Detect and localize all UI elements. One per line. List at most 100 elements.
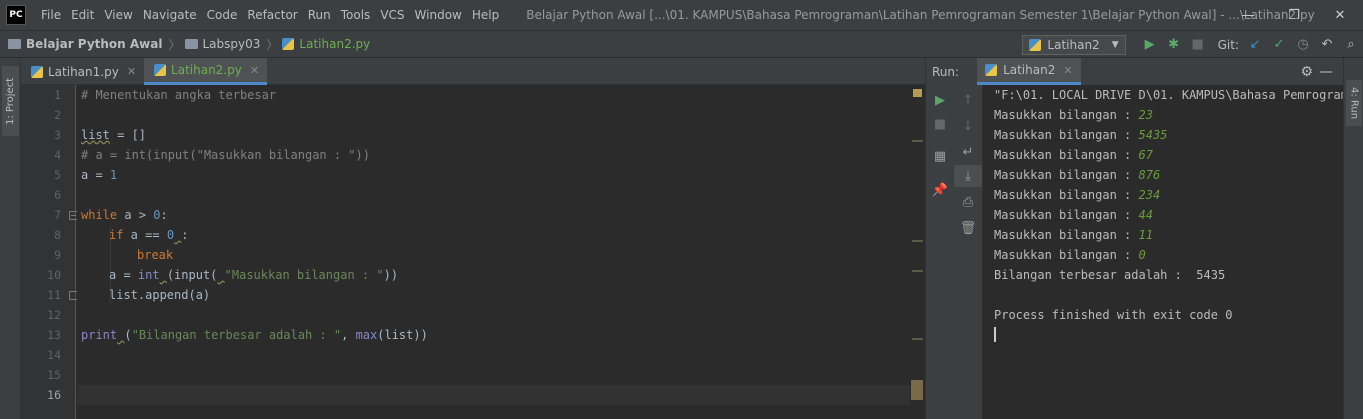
run-tab-latihan2[interactable]: Latihan2 ✕	[977, 58, 1081, 85]
menu-window[interactable]: Window	[410, 8, 467, 22]
console-user-input: 67	[1138, 148, 1153, 162]
menu-file[interactable]: File	[36, 8, 66, 22]
tab-label: Latihan2.py	[171, 63, 242, 77]
menu-navigate[interactable]: Navigate	[138, 8, 202, 22]
current-line-highlight	[77, 385, 925, 405]
code-line-4: # a = int(input("Masukkan bilangan : "))	[81, 145, 370, 165]
code-line-8: if a == 0 :	[109, 225, 189, 245]
restore-button[interactable]: ❐	[1271, 0, 1317, 30]
run-configuration-label: Latihan2	[1047, 37, 1100, 52]
trash-icon[interactable]: 🗑	[954, 217, 982, 239]
run-toolbar-primary: ▶ ■ ▦ 📌	[925, 85, 953, 419]
scroll-to-end-icon[interactable]: ⤓	[954, 165, 982, 187]
hide-panel-icon[interactable]: —	[1319, 64, 1333, 80]
tab-label: Latihan1.py	[48, 64, 119, 79]
layout-icon[interactable]: ▦	[926, 145, 954, 167]
console-user-input: 23	[1138, 108, 1153, 122]
keyword-token: while	[81, 208, 118, 222]
breadcrumb-project[interactable]: Belajar Python Awal	[26, 37, 162, 51]
git-history-button[interactable]: ◷	[1291, 33, 1315, 57]
console-line: Masukkan bilangan : 876	[994, 165, 1160, 185]
git-label: Git:	[1217, 37, 1239, 52]
title-bar: PC File Edit View Navigate Code Refactor…	[0, 0, 1363, 30]
stripe-marker[interactable]	[912, 270, 923, 272]
minimize-button[interactable]: —	[1225, 0, 1271, 30]
menu-run[interactable]: Run	[303, 8, 336, 22]
keyword-token: break	[137, 248, 174, 262]
menu-view[interactable]: View	[99, 8, 137, 22]
line-number: 9	[54, 248, 61, 262]
menu-refactor[interactable]: Refactor	[242, 8, 302, 22]
stripe-marker[interactable]	[912, 338, 923, 340]
right-tool-strip: 4: Run	[1343, 58, 1363, 419]
left-tool-strip: 1: Project	[0, 58, 21, 419]
error-stripe[interactable]	[910, 85, 925, 419]
console-user-input: 0	[1138, 248, 1146, 262]
warning-marker-icon[interactable]	[913, 89, 922, 97]
code-line-3: list = []	[81, 125, 146, 145]
breadcrumb-separator-icon: 〉	[168, 37, 181, 52]
window-title: Belajar Python Awal [...\01. KAMPUS\Baha…	[526, 8, 1315, 22]
git-update-button[interactable]: ↙	[1243, 33, 1267, 57]
stop-run-button[interactable]: ■	[926, 113, 954, 135]
console-line: Masukkan bilangan : 234	[994, 185, 1160, 205]
chevron-down-icon: ▼	[1111, 39, 1119, 50]
git-commit-button[interactable]: ✓	[1267, 33, 1291, 57]
breadcrumb-separator-icon: 〉	[266, 37, 279, 52]
scroll-up-icon[interactable]: ↑	[954, 89, 982, 111]
console-command-line: "F:\01. LOCAL DRIVE D\01. KAMPUS\Bahasa …	[994, 88, 1343, 102]
close-icon[interactable]: ✕	[127, 65, 136, 78]
rerun-button[interactable]: ▶	[926, 89, 954, 111]
code-token: = []	[109, 128, 147, 142]
code-token: a ==	[123, 228, 167, 242]
stop-button[interactable]: ■	[1186, 33, 1210, 57]
builtin-token: print	[81, 328, 118, 342]
run-button[interactable]: ▶	[1138, 33, 1162, 57]
tab-latihan1[interactable]: Latihan1.py ✕	[21, 58, 144, 85]
run-configuration-select[interactable]: Latihan2 ▼	[1022, 34, 1126, 55]
comment-token: # a = int(input("Masukkan bilangan : "))	[81, 148, 370, 162]
line-number: 8	[54, 228, 61, 242]
close-button[interactable]: ✕	[1317, 0, 1363, 30]
stripe-marker[interactable]	[912, 240, 923, 242]
stripe-marker[interactable]	[912, 140, 923, 142]
console-user-input: 876	[1138, 168, 1161, 182]
run-console[interactable]: "F:\01. LOCAL DRIVE D\01. KAMPUS\Bahasa …	[983, 85, 1343, 419]
menu-vcs[interactable]: VCS	[375, 8, 409, 22]
close-icon[interactable]: ✕	[250, 64, 259, 77]
breadcrumb-folder[interactable]: Labspy03	[203, 37, 261, 51]
menu-tools[interactable]: Tools	[336, 8, 376, 22]
tab-latihan2[interactable]: Latihan2.py ✕	[144, 58, 268, 85]
code-editor[interactable]: # Menentukan angka terbesar list = [] # …	[77, 85, 925, 419]
code-line-13: print ("Bilangan terbesar adalah : ", ma…	[81, 325, 428, 345]
gear-icon[interactable]: ⚙	[1300, 64, 1313, 80]
close-icon[interactable]: ✕	[1063, 64, 1072, 77]
menu-edit[interactable]: Edit	[66, 8, 99, 22]
breadcrumb-file[interactable]: Latihan2.py	[299, 37, 370, 51]
project-tool-window-button[interactable]: 1: Project	[2, 66, 19, 136]
console-line: Masukkan bilangan : 0	[994, 245, 1146, 265]
pin-tab-icon[interactable]: 📌	[926, 179, 954, 201]
search-everywhere-button[interactable]: ⌕	[1339, 33, 1363, 57]
menu-help[interactable]: Help	[467, 8, 504, 22]
debug-button[interactable]: ✱	[1162, 33, 1186, 57]
console-line: Masukkan bilangan : 67	[994, 145, 1153, 165]
console-user-input: 5435	[1138, 128, 1168, 142]
menu-code[interactable]: Code	[202, 8, 243, 22]
line-number: 14	[47, 348, 61, 362]
run-panel-header: Run: Latihan2 ✕ ⚙ —	[925, 58, 1343, 85]
code-token: ,	[341, 328, 356, 342]
project-folder-icon	[8, 39, 21, 49]
git-rollback-button[interactable]: ↶	[1315, 33, 1339, 57]
soft-wrap-icon[interactable]: ↵	[954, 141, 982, 163]
scroll-down-icon[interactable]: ↓	[954, 115, 982, 137]
code-line-9: break	[137, 245, 173, 265]
print-icon[interactable]: ⎙	[954, 191, 982, 213]
line-number: 16	[47, 388, 61, 402]
run-tool-window-button[interactable]: 4: Run	[1346, 80, 1362, 126]
console-line: Masukkan bilangan : 23	[994, 105, 1153, 125]
console-prompt: Masukkan bilangan :	[994, 128, 1139, 142]
line-number: 5	[54, 168, 61, 182]
